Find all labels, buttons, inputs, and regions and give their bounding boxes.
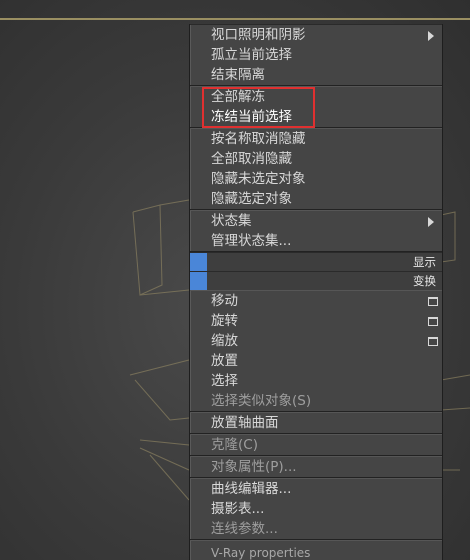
menu-section-hide: 按名称取消隐藏 全部取消隐藏 隐藏未选定对象 隐藏选定对象 (190, 128, 442, 210)
menu-item-label: 曲线编辑器... (211, 481, 292, 497)
menu-section-state-sets: 状态集 管理状态集... (190, 210, 442, 252)
quad-color-swatch (190, 272, 207, 290)
menu-item-viewport-lighting[interactable]: 视口照明和阴影 (190, 25, 442, 45)
settings-box-icon[interactable] (428, 317, 438, 326)
menu-item-label: 全部取消隐藏 (211, 151, 292, 167)
menu-item-label: 摄影表... (211, 501, 265, 517)
menu-item-place[interactable]: 放置 (190, 351, 442, 371)
menu-item-unhide-all[interactable]: 全部取消隐藏 (190, 149, 442, 169)
menu-item-label: 连线参数... (211, 521, 278, 537)
menu-item-label: 状态集 (211, 213, 252, 229)
menu-section-vray: V-Ray properties (190, 540, 442, 560)
menu-item-state-sets[interactable]: 状态集 (190, 211, 442, 231)
quad-header-transform: 变换 (190, 271, 442, 290)
menu-item-label: 移动 (211, 293, 238, 309)
menu-item-dope-sheet[interactable]: 摄影表... (190, 499, 442, 519)
menu-section-editors: 曲线编辑器... 摄影表... 连线参数... (190, 478, 442, 540)
menu-item-label: 按名称取消隐藏 (211, 131, 306, 147)
menu-item-select-similar[interactable]: 选择类似对象(S) (190, 391, 442, 411)
menu-item-curve-editor[interactable]: 曲线编辑器... (190, 479, 442, 499)
menu-item-label: 放置 (211, 353, 238, 369)
menu-item-select[interactable]: 选择 (190, 371, 442, 391)
menu-section-lighting: 视口照明和阴影 孤立当前选择 结束隔离 (190, 24, 442, 86)
submenu-arrow-icon (428, 217, 434, 227)
menu-item-label: 对象属性(P)... (211, 459, 297, 475)
menu-item-label: 选择类似对象(S) (211, 393, 312, 409)
menu-item-label: 孤立当前选择 (211, 47, 292, 63)
menu-item-unhide-by-name[interactable]: 按名称取消隐藏 (190, 129, 442, 149)
quad-header-label: 显示 (413, 255, 436, 269)
menu-section-transform: 移动 旋转 缩放 放置 选择 选择类似对象(S) (190, 290, 442, 412)
menu-item-label: V-Ray properties (211, 546, 311, 560)
quad-header-label: 变换 (413, 274, 436, 288)
menu-item-label: 旋转 (211, 313, 238, 329)
menu-item-label: 选择 (211, 373, 238, 389)
menu-item-rotate[interactable]: 旋转 (190, 311, 442, 331)
menu-item-label: 结束隔离 (211, 67, 265, 83)
menu-item-scale[interactable]: 缩放 (190, 331, 442, 351)
menu-item-label: 缩放 (211, 333, 238, 349)
menu-section-pivot: 放置轴曲面 (190, 412, 442, 434)
menu-item-place-pivot-surface[interactable]: 放置轴曲面 (190, 413, 442, 433)
menu-section-clone: 克隆(C) (190, 434, 442, 456)
menu-item-isolate-selection[interactable]: 孤立当前选择 (190, 45, 442, 65)
menu-item-label: 视口照明和阴影 (211, 27, 306, 43)
menu-item-hide-selection[interactable]: 隐藏选定对象 (190, 189, 442, 209)
settings-box-icon[interactable] (428, 297, 438, 306)
menu-section-properties: 对象属性(P)... (190, 456, 442, 478)
menu-item-label: 管理状态集... (211, 233, 292, 249)
quad-header-display: 显示 (190, 252, 442, 271)
quad-color-swatch (190, 253, 207, 271)
menu-item-wire-parameters[interactable]: 连线参数... (190, 519, 442, 539)
menu-item-manage-state-sets[interactable]: 管理状态集... (190, 231, 442, 251)
menu-item-label: 克隆(C) (211, 437, 258, 453)
menu-item-hide-unselected[interactable]: 隐藏未选定对象 (190, 169, 442, 189)
menu-item-move[interactable]: 移动 (190, 291, 442, 311)
menu-item-label: 放置轴曲面 (211, 415, 279, 431)
menu-item-vray-properties[interactable]: V-Ray properties (190, 541, 442, 560)
settings-box-icon[interactable] (428, 337, 438, 346)
annotation-highlight-box (202, 87, 315, 128)
submenu-arrow-icon (428, 31, 434, 41)
menu-item-object-properties[interactable]: 对象属性(P)... (190, 457, 442, 477)
menu-item-end-isolate[interactable]: 结束隔离 (190, 65, 442, 85)
menu-item-label: 隐藏未选定对象 (211, 171, 306, 187)
menu-item-clone[interactable]: 克隆(C) (190, 435, 442, 455)
menu-item-label: 隐藏选定对象 (211, 191, 292, 207)
